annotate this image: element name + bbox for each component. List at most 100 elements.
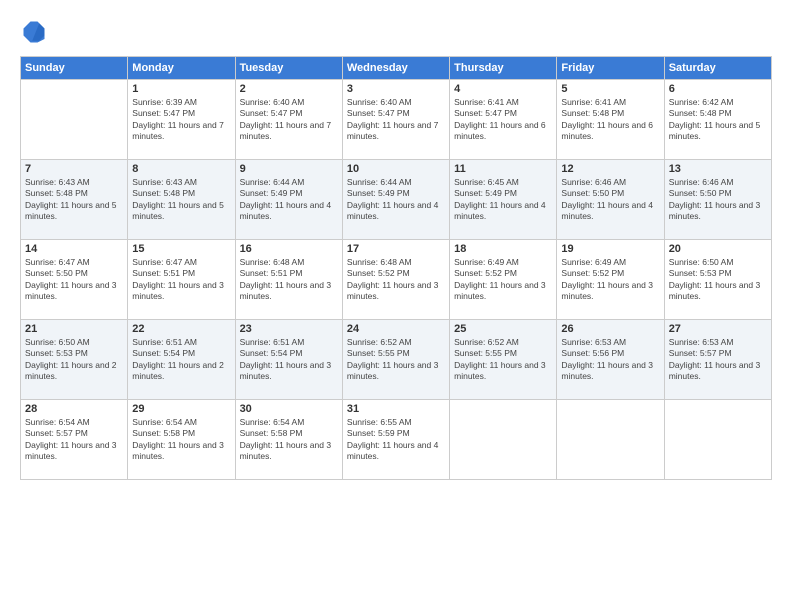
- calendar-header-monday: Monday: [128, 57, 235, 80]
- day-number: 11: [454, 163, 552, 175]
- day-info: Sunrise: 6:48 AMSunset: 5:51 PMDaylight:…: [240, 257, 338, 303]
- calendar-header-friday: Friday: [557, 57, 664, 80]
- calendar-cell: 3 Sunrise: 6:40 AMSunset: 5:47 PMDaylight…: [342, 80, 449, 160]
- calendar-header-wednesday: Wednesday: [342, 57, 449, 80]
- calendar-cell: 6Sunrise: 6:42 AMSunset: 5:48 PMDaylight…: [664, 80, 771, 160]
- logo-icon: [20, 18, 48, 46]
- calendar-cell: 10 Sunrise: 6:44 AMSunset: 5:49 PMDayligh…: [342, 160, 449, 240]
- calendar-week-row: 21 Sunrise: 6:50 AMSunset: 5:53 PMDayligh…: [21, 320, 772, 400]
- calendar-cell: 8 Sunrise: 6:43 AMSunset: 5:48 PMDaylight…: [128, 160, 235, 240]
- day-number: 4: [454, 83, 552, 95]
- calendar-cell: 31 Sunrise: 6:55 AMSunset: 5:59 PMDayligh…: [342, 400, 449, 480]
- day-info: Sunrise: 6:44 AMSunset: 5:49 PMDaylight:…: [240, 177, 338, 223]
- day-number: 24: [347, 323, 445, 335]
- day-info: Sunrise: 6:43 AMSunset: 5:48 PMDaylight:…: [132, 177, 230, 223]
- day-number: 5: [561, 83, 659, 95]
- day-info: Sunrise: 6:52 AMSunset: 5:55 PMDaylight:…: [347, 337, 445, 383]
- day-info: Sunrise: 6:39 AMSunset: 5:47 PMDaylight:…: [132, 97, 230, 143]
- day-info: Sunrise: 6:44 AMSunset: 5:49 PMDaylight:…: [347, 177, 445, 223]
- day-number: 25: [454, 323, 552, 335]
- calendar-header-tuesday: Tuesday: [235, 57, 342, 80]
- calendar-week-row: 7Sunrise: 6:43 AMSunset: 5:48 PMDaylight…: [21, 160, 772, 240]
- calendar-cell: 15Sunrise: 6:47 AMSunset: 5:51 PMDayligh…: [128, 240, 235, 320]
- day-number: 16: [240, 243, 338, 255]
- day-number: 3: [347, 83, 445, 95]
- day-info: Sunrise: 6:52 AMSunset: 5:55 PMDaylight:…: [454, 337, 552, 383]
- day-number: 12: [561, 163, 659, 175]
- day-info: Sunrise: 6:41 AMSunset: 5:48 PMDaylight:…: [561, 97, 659, 143]
- day-number: 14: [25, 243, 123, 255]
- calendar-cell: 16 Sunrise: 6:48 AMSunset: 5:51 PMDayligh…: [235, 240, 342, 320]
- day-info: Sunrise: 6:46 AMSunset: 5:50 PMDaylight:…: [561, 177, 659, 223]
- day-number: 1: [132, 83, 230, 95]
- day-number: 21: [25, 323, 123, 335]
- calendar-cell: [450, 400, 557, 480]
- day-info: Sunrise: 6:43 AMSunset: 5:48 PMDaylight:…: [25, 177, 123, 223]
- calendar-cell: 1 Sunrise: 6:39 AMSunset: 5:47 PMDaylight…: [128, 80, 235, 160]
- day-number: 2: [240, 83, 338, 95]
- calendar-cell: 22 Sunrise: 6:51 AMSunset: 5:54 PMDayligh…: [128, 320, 235, 400]
- day-info: Sunrise: 6:50 AMSunset: 5:53 PMDaylight:…: [25, 337, 123, 383]
- day-info: Sunrise: 6:47 AMSunset: 5:50 PMDaylight:…: [25, 257, 123, 303]
- calendar-cell: 11 Sunrise: 6:45 AMSunset: 5:49 PMDayligh…: [450, 160, 557, 240]
- day-number: 17: [347, 243, 445, 255]
- calendar-week-row: 14 Sunrise: 6:47 AMSunset: 5:50 PMDayligh…: [21, 240, 772, 320]
- day-number: 8: [132, 163, 230, 175]
- calendar-cell: [664, 400, 771, 480]
- calendar-header-thursday: Thursday: [450, 57, 557, 80]
- calendar-cell: 21 Sunrise: 6:50 AMSunset: 5:53 PMDayligh…: [21, 320, 128, 400]
- calendar-header-saturday: Saturday: [664, 57, 771, 80]
- calendar-cell: 24 Sunrise: 6:52 AMSunset: 5:55 PMDayligh…: [342, 320, 449, 400]
- day-info: Sunrise: 6:49 AMSunset: 5:52 PMDaylight:…: [454, 257, 552, 303]
- day-number: 9: [240, 163, 338, 175]
- day-info: Sunrise: 6:40 AMSunset: 5:47 PMDaylight:…: [240, 97, 338, 143]
- calendar-cell: 4 Sunrise: 6:41 AMSunset: 5:47 PMDaylight…: [450, 80, 557, 160]
- day-number: 31: [347, 403, 445, 415]
- calendar-header-row: SundayMondayTuesdayWednesdayThursdayFrid…: [21, 57, 772, 80]
- day-info: Sunrise: 6:41 AMSunset: 5:47 PMDaylight:…: [454, 97, 552, 143]
- calendar-cell: 29 Sunrise: 6:54 AMSunset: 5:58 PMDayligh…: [128, 400, 235, 480]
- day-info: Sunrise: 6:47 AMSunset: 5:51 PMDaylight:…: [132, 257, 230, 303]
- calendar-cell: 27Sunrise: 6:53 AMSunset: 5:57 PMDayligh…: [664, 320, 771, 400]
- calendar-week-row: 1 Sunrise: 6:39 AMSunset: 5:47 PMDaylight…: [21, 80, 772, 160]
- calendar-cell: 20 Sunrise: 6:50 AMSunset: 5:53 PMDayligh…: [664, 240, 771, 320]
- day-info: Sunrise: 6:54 AMSunset: 5:58 PMDaylight:…: [240, 417, 338, 463]
- day-info: Sunrise: 6:49 AMSunset: 5:52 PMDaylight:…: [561, 257, 659, 303]
- day-info: Sunrise: 6:51 AMSunset: 5:54 PMDaylight:…: [132, 337, 230, 383]
- calendar-cell: 25 Sunrise: 6:52 AMSunset: 5:55 PMDayligh…: [450, 320, 557, 400]
- day-info: Sunrise: 6:42 AMSunset: 5:48 PMDaylight:…: [669, 97, 767, 143]
- calendar-week-row: 28Sunrise: 6:54 AMSunset: 5:57 PMDayligh…: [21, 400, 772, 480]
- day-number: 10: [347, 163, 445, 175]
- day-info: Sunrise: 6:54 AMSunset: 5:57 PMDaylight:…: [25, 417, 123, 463]
- day-number: 19: [561, 243, 659, 255]
- day-info: Sunrise: 6:45 AMSunset: 5:49 PMDaylight:…: [454, 177, 552, 223]
- calendar-cell: 30Sunrise: 6:54 AMSunset: 5:58 PMDayligh…: [235, 400, 342, 480]
- calendar-cell: 28Sunrise: 6:54 AMSunset: 5:57 PMDayligh…: [21, 400, 128, 480]
- calendar-cell: 18 Sunrise: 6:49 AMSunset: 5:52 PMDayligh…: [450, 240, 557, 320]
- calendar-cell: 17 Sunrise: 6:48 AMSunset: 5:52 PMDayligh…: [342, 240, 449, 320]
- calendar-header-sunday: Sunday: [21, 57, 128, 80]
- day-number: 26: [561, 323, 659, 335]
- day-info: Sunrise: 6:54 AMSunset: 5:58 PMDaylight:…: [132, 417, 230, 463]
- calendar-cell: 19 Sunrise: 6:49 AMSunset: 5:52 PMDayligh…: [557, 240, 664, 320]
- day-info: Sunrise: 6:48 AMSunset: 5:52 PMDaylight:…: [347, 257, 445, 303]
- calendar-cell: [21, 80, 128, 160]
- day-info: Sunrise: 6:46 AMSunset: 5:50 PMDaylight:…: [669, 177, 767, 223]
- day-info: Sunrise: 6:40 AMSunset: 5:47 PMDaylight:…: [347, 97, 445, 143]
- day-info: Sunrise: 6:53 AMSunset: 5:56 PMDaylight:…: [561, 337, 659, 383]
- day-number: 13: [669, 163, 767, 175]
- calendar-cell: 7Sunrise: 6:43 AMSunset: 5:48 PMDaylight…: [21, 160, 128, 240]
- day-number: 27: [669, 323, 767, 335]
- calendar-cell: 23 Sunrise: 6:51 AMSunset: 5:54 PMDayligh…: [235, 320, 342, 400]
- day-info: Sunrise: 6:50 AMSunset: 5:53 PMDaylight:…: [669, 257, 767, 303]
- day-info: Sunrise: 6:55 AMSunset: 5:59 PMDaylight:…: [347, 417, 445, 463]
- calendar-cell: 2 Sunrise: 6:40 AMSunset: 5:47 PMDaylight…: [235, 80, 342, 160]
- day-number: 18: [454, 243, 552, 255]
- calendar-cell: [557, 400, 664, 480]
- day-info: Sunrise: 6:51 AMSunset: 5:54 PMDaylight:…: [240, 337, 338, 383]
- day-number: 20: [669, 243, 767, 255]
- day-number: 29: [132, 403, 230, 415]
- day-number: 22: [132, 323, 230, 335]
- calendar-table: SundayMondayTuesdayWednesdayThursdayFrid…: [20, 56, 772, 480]
- day-number: 23: [240, 323, 338, 335]
